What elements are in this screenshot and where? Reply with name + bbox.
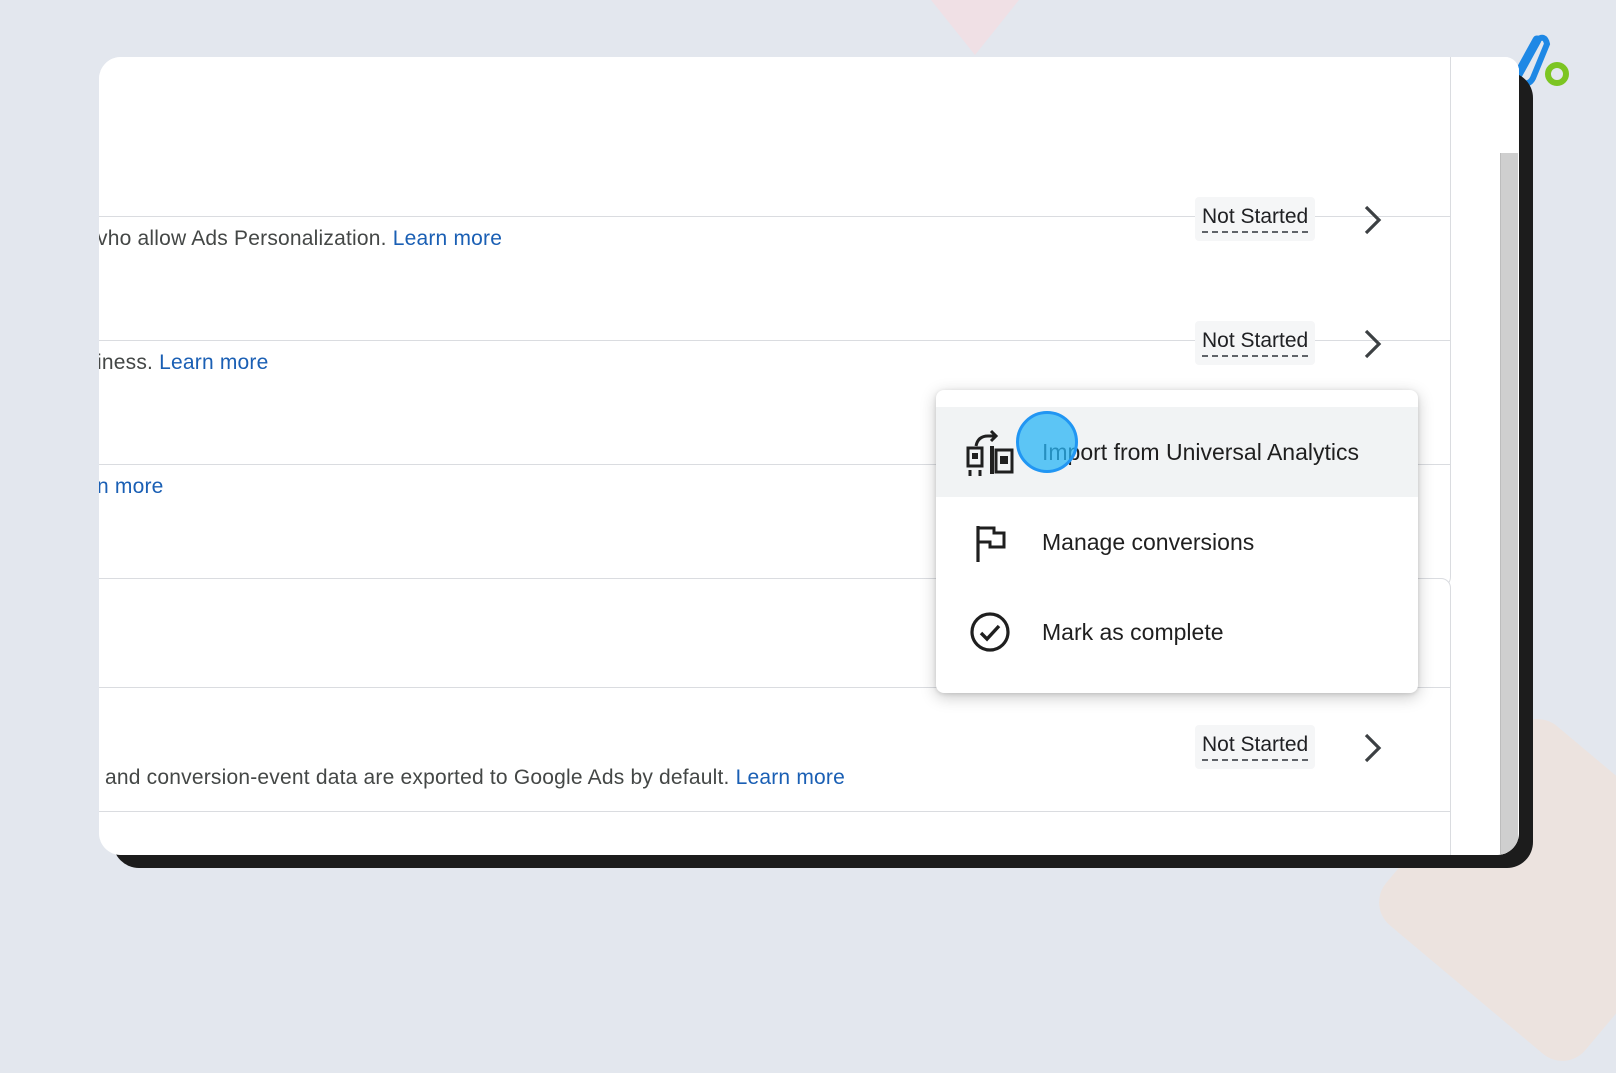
menu-item-label: Manage conversions [1042, 528, 1255, 555]
learn-more-link[interactable]: n more [99, 475, 164, 498]
click-indicator [1016, 411, 1078, 473]
chevron-right-icon[interactable] [1357, 730, 1387, 766]
row-description: and conversion-event data are exported t… [105, 766, 845, 789]
menu-item-import[interactable]: Import from Universal Analytics [936, 407, 1418, 497]
row-description: n more [99, 475, 164, 499]
row-description: iness. Learn more [99, 351, 269, 374]
chevron-right-icon[interactable] [1357, 202, 1387, 238]
menu-item-label: Mark as complete [1042, 618, 1224, 645]
learn-more-link[interactable]: Learn more [393, 227, 502, 250]
background-shape [915, 0, 1035, 55]
row-description: vho allow Ads Personalization. Learn mor… [99, 227, 503, 250]
chevron-right-icon[interactable] [1357, 326, 1387, 362]
divider [99, 811, 1450, 812]
menu-item-manage-conversions[interactable]: Manage conversions [936, 497, 1418, 587]
menu-item-mark-complete[interactable]: Mark as complete [936, 587, 1418, 677]
check-circle-icon [970, 612, 1010, 652]
status-badge[interactable]: Not Started [1195, 321, 1316, 365]
row-actions-menu: Import from Universal Analytics Manage c… [936, 390, 1418, 693]
scrollbar-thumb[interactable] [1500, 153, 1518, 855]
flag-icon [976, 526, 1006, 562]
status-badge[interactable]: Not Started [1195, 725, 1316, 769]
menu-item-label: Import from Universal Analytics [1042, 438, 1359, 465]
import-icon [966, 429, 1014, 476]
learn-more-link[interactable]: Learn more [736, 766, 845, 789]
learn-more-link[interactable]: Learn more [159, 351, 268, 374]
status-badge[interactable]: Not Started [1195, 197, 1316, 241]
